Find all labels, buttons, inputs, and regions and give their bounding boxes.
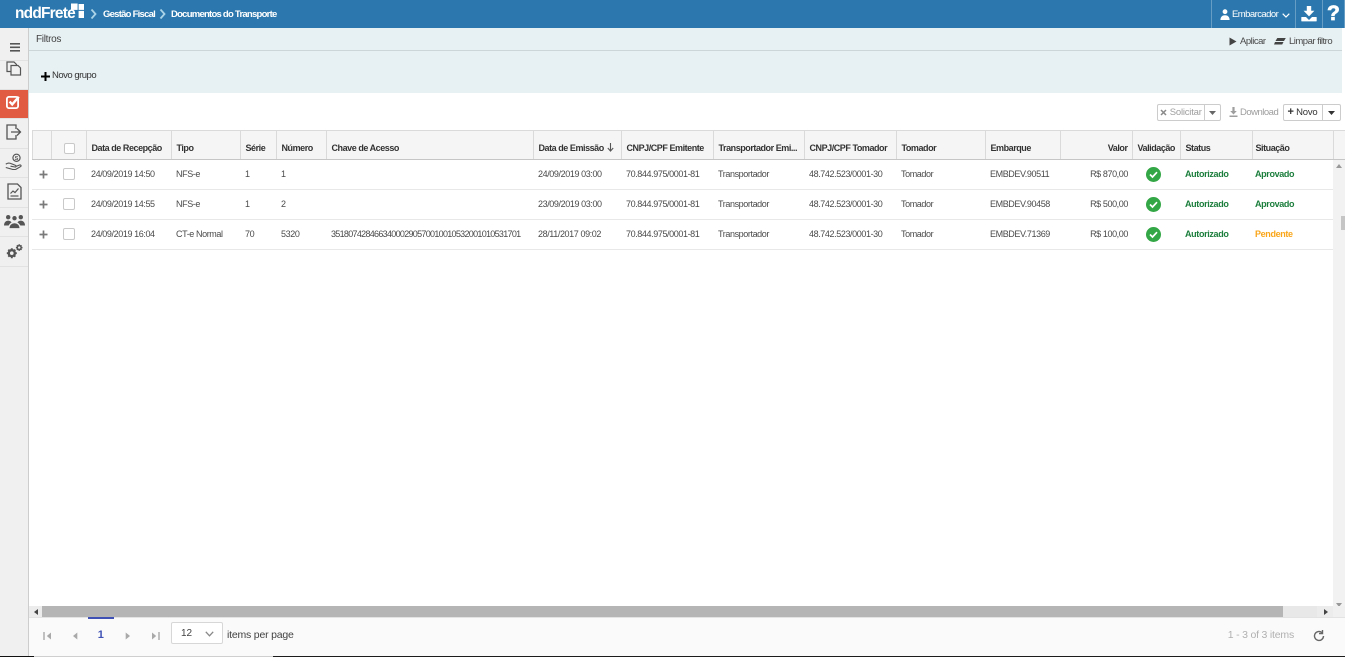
svg-text:S: S xyxy=(15,156,19,162)
